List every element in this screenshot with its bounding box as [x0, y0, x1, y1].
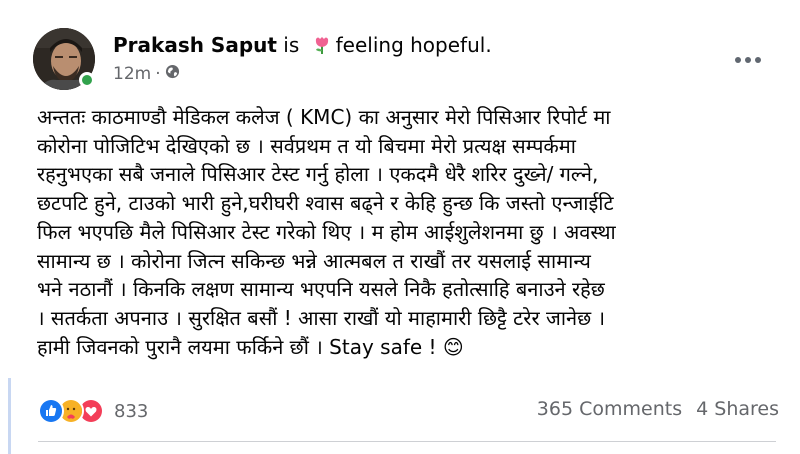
reaction-count: 833 — [114, 400, 149, 422]
post-text-line: अन्ततः काठमाण्डौ मेडिकल कलेज ( KMC) का अ… — [37, 105, 611, 129]
left-accent-bar — [8, 378, 11, 454]
feeling-text[interactable]: feeling hopeful. — [336, 33, 492, 57]
globe-icon[interactable] — [165, 63, 180, 85]
post-text-line: हामी जिवनको पुरानै लयमा फर्किने छौं । St… — [37, 334, 464, 359]
like-icon — [38, 398, 64, 424]
post-text-line: भने नठानौं । किनकि लक्षण सामान्य भएपनि य… — [37, 277, 605, 302]
post-text-line: फिल भएपछि मैले पिसिआर टेस्ट गरेको थिए । … — [37, 219, 616, 244]
tulip-icon — [312, 35, 332, 61]
is-text: is — [283, 33, 300, 57]
more-options-icon — [735, 57, 761, 63]
post-text-line: रहनुभएका सबै जनाले पिसिआर टेस्ट गर्नु हो… — [37, 162, 599, 187]
post-time[interactable]: 12m — [113, 63, 151, 85]
post-text-line: सामान्य छ । कोरोना जित्न सकिन्छ भन्ने आत… — [37, 248, 591, 273]
post-card: Prakash Saput is feeling hopeful. 12m · — [0, 0, 800, 454]
author-name[interactable]: Prakash Saput — [113, 33, 277, 57]
divider — [38, 441, 776, 442]
reactions-summary[interactable]: 833 — [38, 396, 148, 426]
engagement-stats: 365 Comments 4 Shares — [537, 398, 779, 420]
post-text-line: । सतर्कता अपनाउ । सुरक्षित बसौं ! आसा रा… — [37, 305, 606, 330]
post-header: Prakash Saput is feeling hopeful. — [113, 32, 492, 61]
meta-separator: · — [155, 64, 161, 84]
comments-count-link[interactable]: 365 Comments — [537, 398, 682, 420]
more-options-button[interactable] — [728, 46, 768, 74]
post-text-line: छटपटि हुने, टाउको भारी हुने,घरीघरी श्वास… — [37, 191, 614, 216]
online-status-dot — [79, 72, 95, 88]
post-text-line: कोरोना पोजिटिभ देखिएको छ । सर्वप्रथम त य… — [37, 133, 576, 158]
post-body: अन्ततः काठमाण्डौ मेडिकल कलेज ( KMC) का अ… — [37, 103, 782, 361]
shares-count-link[interactable]: 4 Shares — [696, 398, 779, 420]
post-meta: 12m · — [113, 63, 180, 85]
